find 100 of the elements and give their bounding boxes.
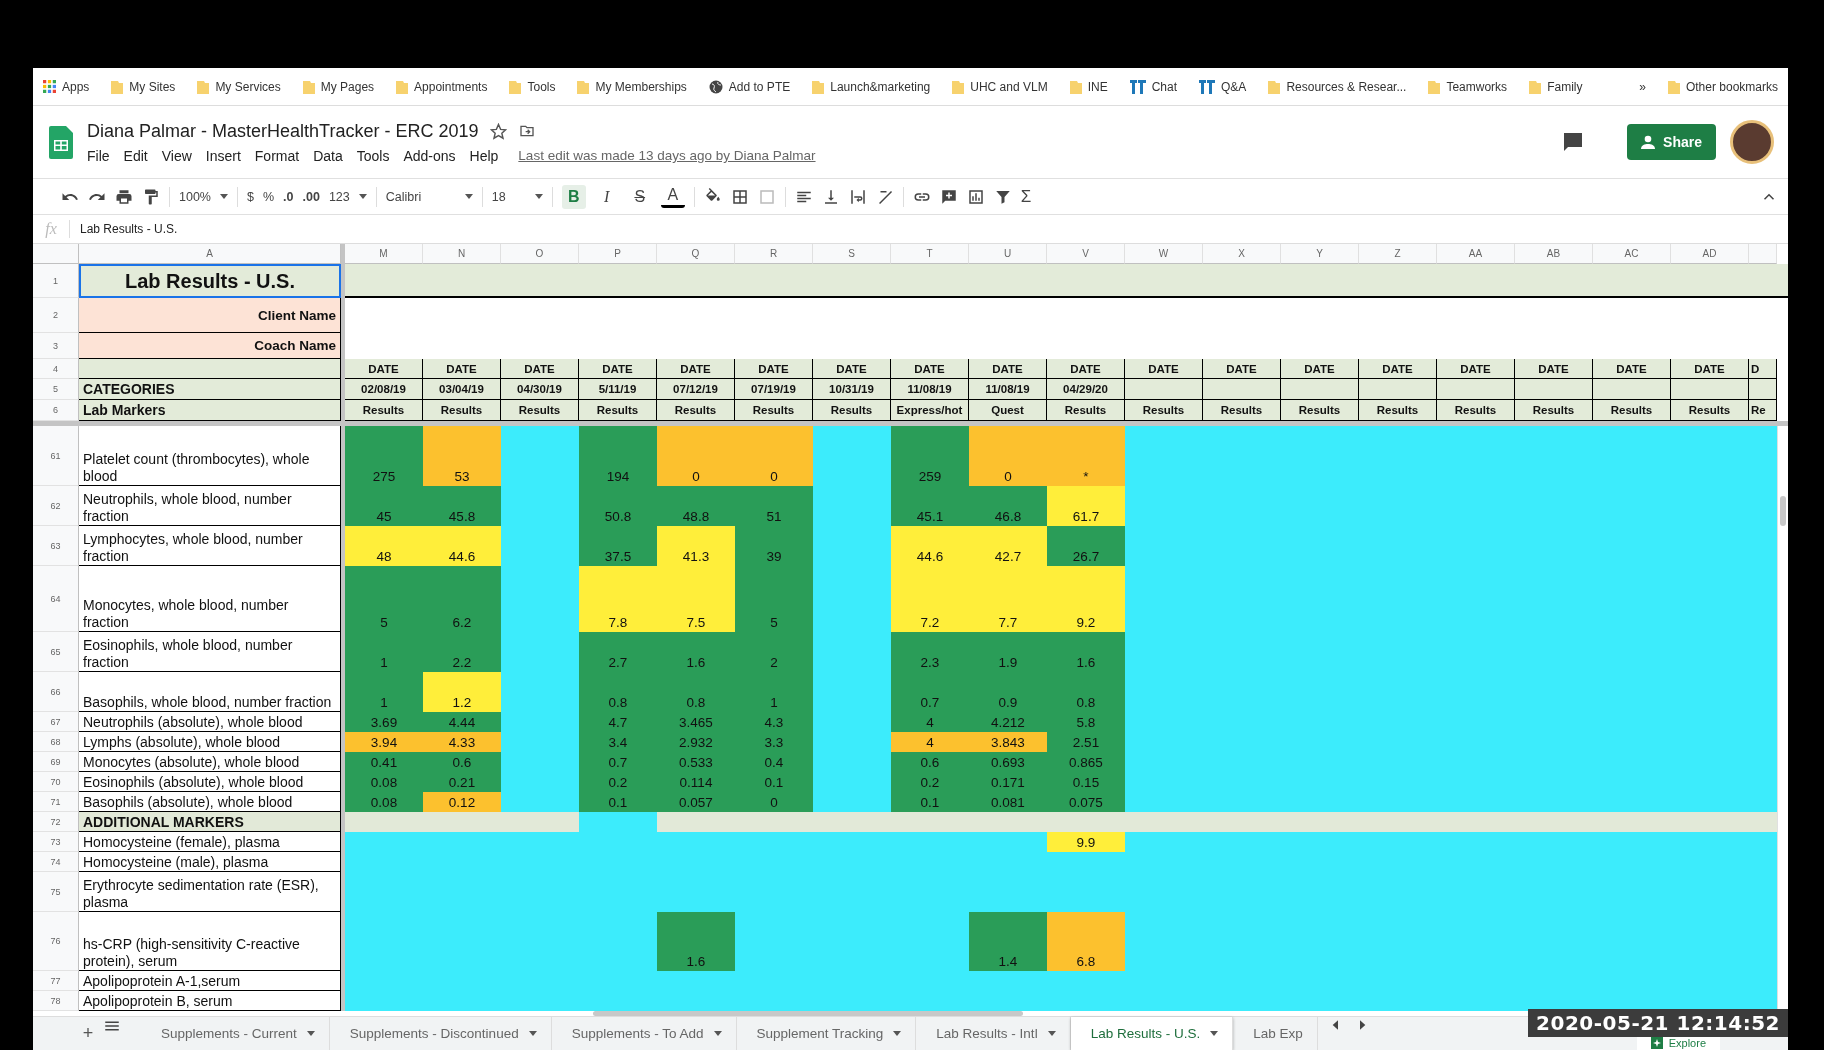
- last-edit-link[interactable]: Last edit was made 13 days ago by Diana Palmar: [518, 148, 816, 163]
- font-size-select[interactable]: 18: [491, 189, 526, 204]
- menu-item[interactable]: Tools: [356, 147, 390, 164]
- sheet-tab[interactable]: Supplement Tracking: [736, 1017, 917, 1050]
- paint-format-icon[interactable]: [142, 187, 160, 206]
- bookmark[interactable]: Chat: [1129, 79, 1178, 94]
- bookmark[interactable]: Q&A: [1199, 79, 1247, 94]
- column-header[interactable]: Z: [1359, 244, 1437, 264]
- column-header[interactable]: AC: [1593, 244, 1671, 264]
- format-button[interactable]: I: [594, 184, 619, 209]
- row-number[interactable]: 71: [33, 792, 79, 812]
- caret-icon[interactable]: [464, 194, 473, 199]
- bookmark[interactable]: UHC and VLM: [952, 79, 1048, 94]
- row-number[interactable]: 6: [33, 400, 79, 421]
- borders-icon[interactable]: [730, 187, 749, 206]
- bookmark[interactable]: Apps: [43, 79, 90, 94]
- column-header[interactable]: P: [579, 244, 657, 264]
- spreadsheet-logo-icon[interactable]: [49, 125, 73, 159]
- add-sheet-button[interactable]: +: [73, 1017, 103, 1050]
- row-number[interactable]: 72: [33, 812, 79, 832]
- sheet-tab[interactable]: Lab Exp: [1233, 1017, 1318, 1050]
- menu-item[interactable]: Add-ons: [403, 147, 456, 164]
- column-header[interactable]: AD: [1671, 244, 1749, 264]
- column-header[interactable]: S: [813, 244, 891, 264]
- row-number[interactable]: 4: [33, 359, 79, 379]
- row-number[interactable]: 65: [33, 632, 79, 672]
- sheet-tab[interactable]: Supplements - Current: [141, 1017, 330, 1050]
- column-header[interactable]: Y: [1281, 244, 1359, 264]
- row-number[interactable]: 63: [33, 526, 79, 566]
- caret-icon[interactable]: [358, 194, 367, 199]
- row-number[interactable]: 73: [33, 832, 79, 852]
- sheet-tab[interactable]: Lab Results - Intl: [916, 1017, 1071, 1050]
- bookmark[interactable]: Other bookmarks: [1667, 79, 1778, 94]
- vertical-scrollbar[interactable]: [1777, 426, 1788, 1011]
- row-number[interactable]: 3: [33, 333, 79, 359]
- row-number[interactable]: 5: [33, 379, 79, 400]
- menu-item[interactable]: Help: [469, 147, 499, 164]
- increase-decimals-button[interactable]: .00: [302, 189, 320, 204]
- bookmark[interactable]: My Services: [197, 79, 281, 94]
- column-header[interactable]: X: [1203, 244, 1281, 264]
- menu-item[interactable]: Format: [254, 147, 300, 164]
- row-number[interactable]: 1: [33, 264, 79, 298]
- text-wrap-icon[interactable]: [848, 187, 867, 206]
- row-number[interactable]: 69: [33, 752, 79, 772]
- functions-button[interactable]: Σ: [1020, 186, 1032, 207]
- merge-cells-icon[interactable]: [757, 187, 776, 206]
- sheet-tab[interactable]: Lab Results - U.S.: [1070, 1017, 1234, 1050]
- menu-item[interactable]: View: [161, 147, 192, 164]
- document-title[interactable]: Diana Palmar - MasterHealthTracker - ERC 2019: [87, 120, 479, 142]
- share-button[interactable]: Share: [1627, 124, 1716, 160]
- caret-icon[interactable]: [306, 1031, 315, 1036]
- bookmark[interactable]: Launch&marketing: [812, 79, 931, 94]
- column-header[interactable]: T: [891, 244, 969, 264]
- row-number[interactable]: 61: [33, 426, 79, 486]
- row-number[interactable]: 68: [33, 732, 79, 752]
- column-header[interactable]: AA: [1437, 244, 1515, 264]
- sheet-tab[interactable]: Supplements - To Add: [551, 1017, 737, 1050]
- column-header[interactable]: V: [1047, 244, 1125, 264]
- menu-item[interactable]: Data: [313, 147, 343, 164]
- more-bookmarks[interactable]: »: [1639, 79, 1646, 94]
- format-button[interactable]: A: [660, 185, 685, 208]
- caret-icon[interactable]: [713, 1031, 722, 1036]
- chart-icon[interactable]: [966, 187, 985, 206]
- formula-input[interactable]: Lab Results - U.S.: [80, 222, 178, 236]
- column-header[interactable]: Q: [657, 244, 735, 264]
- font-select[interactable]: Calibri: [385, 189, 456, 204]
- bookmark[interactable]: Family: [1529, 79, 1583, 94]
- caret-icon[interactable]: [1047, 1031, 1056, 1036]
- row-number[interactable]: 75: [33, 872, 79, 912]
- format-button[interactable]: B: [561, 184, 586, 209]
- print-icon[interactable]: [115, 187, 133, 206]
- bookmark[interactable]: My Memberships: [577, 79, 687, 94]
- row-number[interactable]: 64: [33, 566, 79, 632]
- bookmark[interactable]: INE: [1069, 79, 1108, 94]
- caret-icon[interactable]: [1210, 1031, 1219, 1036]
- bookmark[interactable]: Teamworks: [1428, 79, 1508, 94]
- bookmark[interactable]: Appointments: [396, 79, 488, 94]
- column-header[interactable]: W: [1125, 244, 1203, 264]
- zoom-select[interactable]: 100%: [179, 189, 211, 204]
- column-header[interactable]: O: [501, 244, 579, 264]
- menu-item[interactable]: Insert: [205, 147, 241, 164]
- column-header[interactable]: A: [79, 244, 341, 264]
- horizontal-scrollbar[interactable]: [593, 1011, 1023, 1016]
- row-number[interactable]: 62: [33, 486, 79, 526]
- bookmark[interactable]: Tools: [509, 79, 556, 94]
- add-comment-icon[interactable]: [939, 187, 958, 206]
- folder-move-icon[interactable]: [519, 123, 536, 139]
- caret-icon[interactable]: [528, 1031, 537, 1036]
- sheet-tab[interactable]: Supplements - Discontinued: [329, 1017, 552, 1050]
- row-number[interactable]: 76: [33, 912, 79, 971]
- column-header[interactable]: N: [423, 244, 501, 264]
- bookmark[interactable]: Resources & Resear...: [1268, 79, 1407, 94]
- row-number[interactable]: 70: [33, 772, 79, 792]
- column-header[interactable]: AB: [1515, 244, 1593, 264]
- column-header[interactable]: R: [735, 244, 813, 264]
- avatar[interactable]: [1730, 120, 1774, 164]
- column-header[interactable]: M: [345, 244, 423, 264]
- row-number[interactable]: 78: [33, 991, 79, 1011]
- percent-format-button[interactable]: %: [262, 189, 275, 204]
- menu-item[interactable]: Edit: [123, 147, 148, 164]
